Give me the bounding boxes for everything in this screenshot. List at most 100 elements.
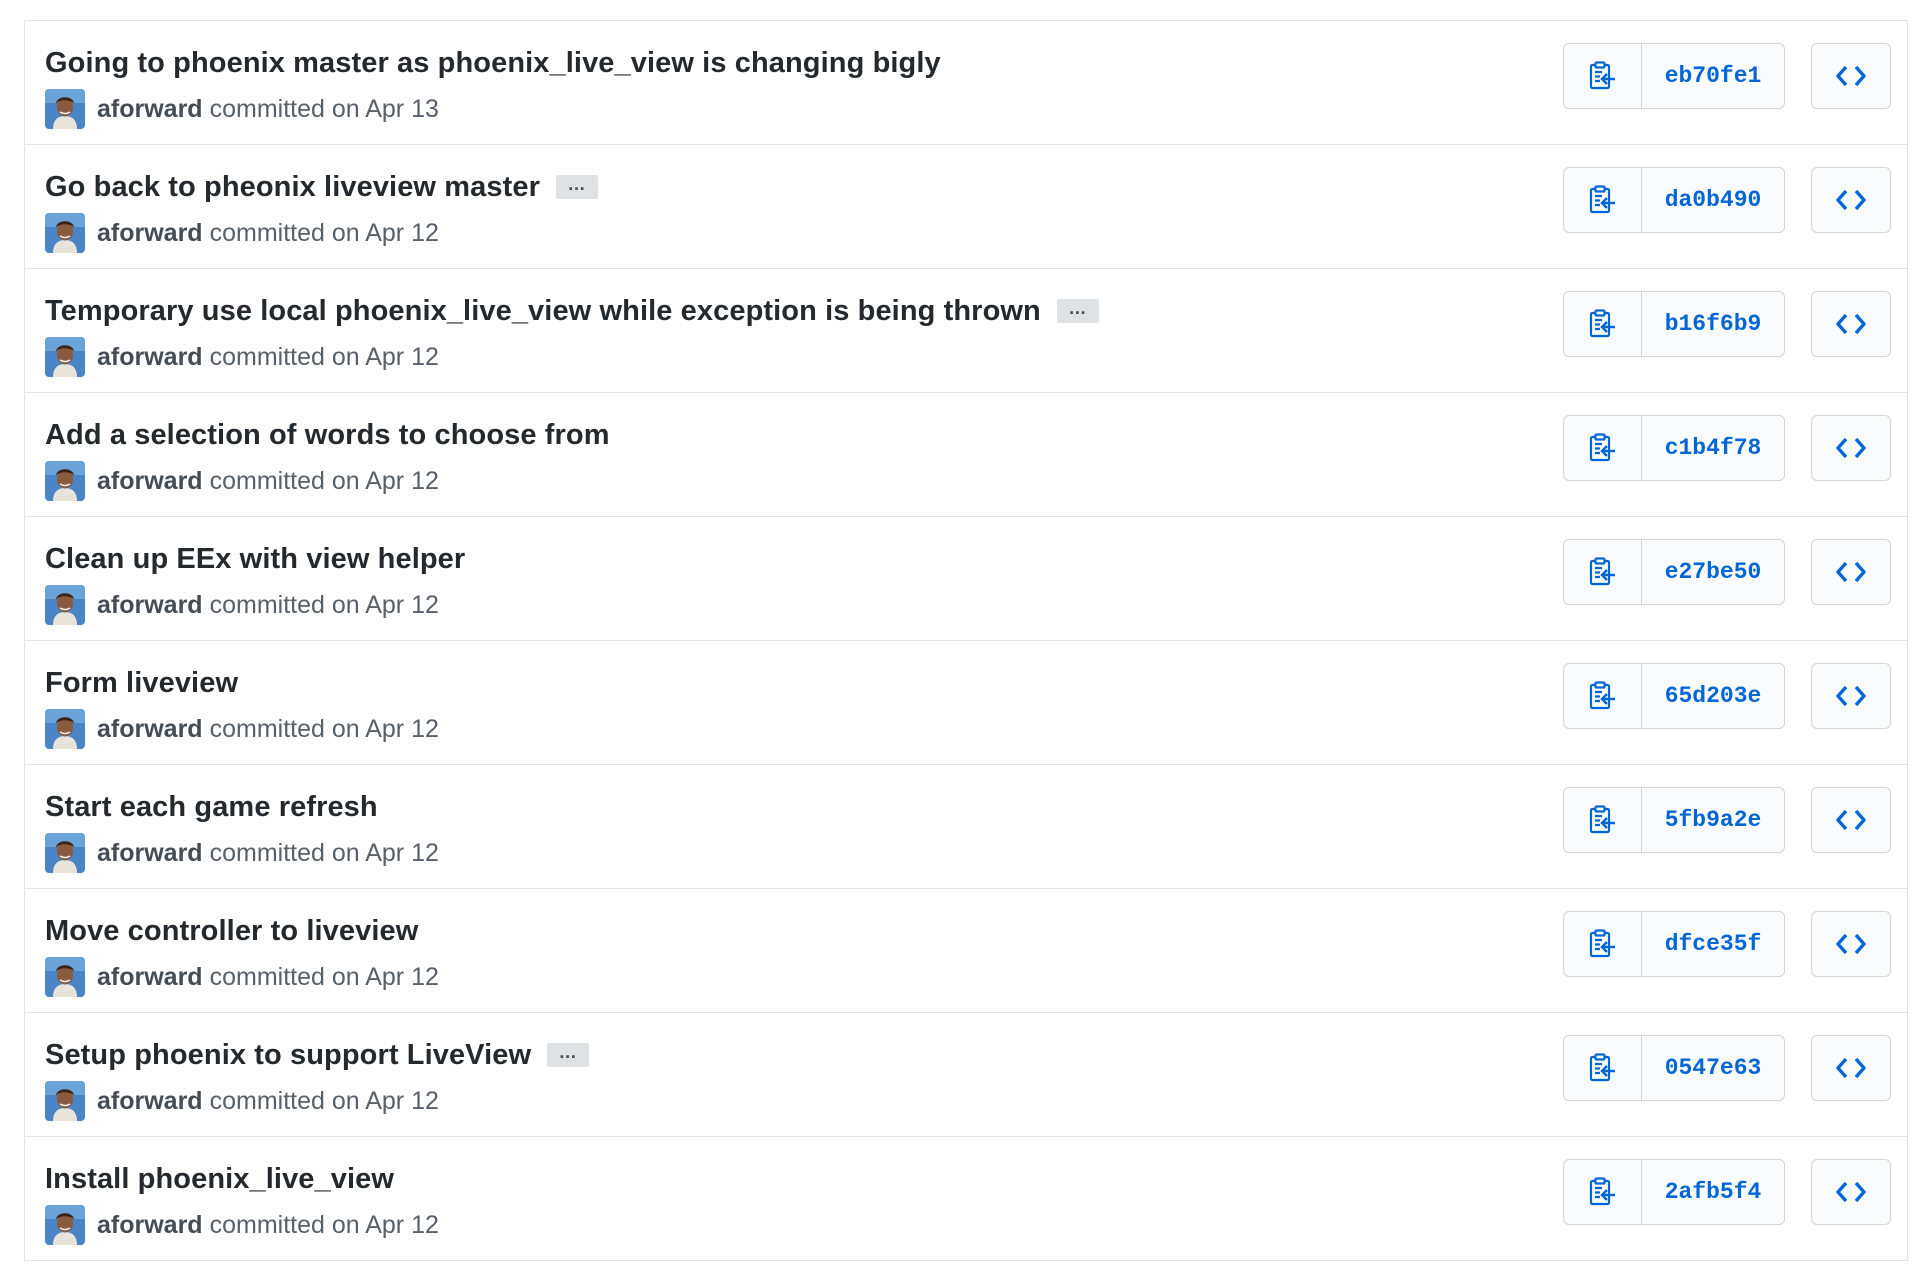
author-name[interactable]: aforward xyxy=(97,95,203,124)
clippy-icon[interactable] xyxy=(1564,44,1642,108)
commit-sha-link[interactable]: e27be50 xyxy=(1642,540,1784,604)
commit-meta: aforward committed on Apr 12 xyxy=(45,709,439,749)
author-avatar[interactable] xyxy=(45,957,85,997)
commit-row: Move controller to liveview aforward com… xyxy=(25,889,1907,1013)
commit-title[interactable]: Setup phoenix to support LiveView xyxy=(45,1039,531,1072)
commit-date: committed on Apr 12 xyxy=(209,342,439,371)
expand-message-button[interactable]: … xyxy=(555,175,598,199)
code-icon[interactable] xyxy=(1811,167,1891,233)
author-name[interactable]: aforward xyxy=(97,467,203,496)
clippy-icon[interactable] xyxy=(1564,664,1642,728)
commit-title[interactable]: Move controller to liveview xyxy=(45,915,418,948)
sha-button-group: 2afb5f4 xyxy=(1563,1159,1785,1225)
clippy-icon[interactable] xyxy=(1564,168,1642,232)
clippy-icon[interactable] xyxy=(1564,416,1642,480)
commit-meta: aforward committed on Apr 12 xyxy=(45,1205,439,1245)
commit-date: committed on Apr 12 xyxy=(209,838,439,867)
code-icon[interactable] xyxy=(1811,1159,1891,1225)
commit-sha-link[interactable]: da0b490 xyxy=(1642,168,1784,232)
clippy-icon[interactable] xyxy=(1564,1036,1642,1100)
author-avatar[interactable] xyxy=(45,213,85,253)
sha-button-group: b16f6b9 xyxy=(1563,291,1785,357)
commit-date: committed on Apr 12 xyxy=(209,590,439,619)
commit-date: committed on Apr 12 xyxy=(209,1210,439,1239)
author-avatar[interactable] xyxy=(45,833,85,873)
code-icon[interactable] xyxy=(1811,663,1891,729)
sha-button-group: 0547e63 xyxy=(1563,1035,1785,1101)
commit-sha-link[interactable]: eb70fe1 xyxy=(1642,44,1784,108)
commit-title[interactable]: Start each game refresh xyxy=(45,791,378,824)
sha-button-group: 5fb9a2e xyxy=(1563,787,1785,853)
code-icon[interactable] xyxy=(1811,787,1891,853)
code-icon[interactable] xyxy=(1811,43,1891,109)
commit-sha-link[interactable]: 0547e63 xyxy=(1642,1036,1784,1100)
author-avatar[interactable] xyxy=(45,461,85,501)
author-avatar[interactable] xyxy=(45,337,85,377)
commit-title[interactable]: Going to phoenix master as phoenix_live_… xyxy=(45,47,941,80)
clippy-icon[interactable] xyxy=(1564,292,1642,356)
commit-title[interactable]: Go back to pheonix liveview master xyxy=(45,171,540,204)
commit-sha-link[interactable]: 2afb5f4 xyxy=(1642,1160,1784,1224)
commit-title[interactable]: Form liveview xyxy=(45,667,238,700)
commit-date: committed on Apr 12 xyxy=(209,962,439,991)
author-avatar[interactable] xyxy=(45,1205,85,1245)
commit-title[interactable]: Clean up EEx with view helper xyxy=(45,543,465,576)
commit-row: Start each game refresh aforward committ… xyxy=(25,765,1907,889)
author-name[interactable]: aforward xyxy=(97,343,203,372)
commit-sha-link[interactable]: 5fb9a2e xyxy=(1642,788,1784,852)
commit-list: Going to phoenix master as phoenix_live_… xyxy=(24,20,1908,1261)
author-name[interactable]: aforward xyxy=(97,1087,203,1116)
commit-title-line: Start each game refresh xyxy=(45,785,378,829)
commit-meta: aforward committed on Apr 12 xyxy=(45,585,439,625)
code-icon[interactable] xyxy=(1811,911,1891,977)
commit-title-line: Add a selection of words to choose from xyxy=(45,413,610,457)
author-name[interactable]: aforward xyxy=(97,839,203,868)
commit-title-line: Going to phoenix master as phoenix_live_… xyxy=(45,41,941,85)
commit-sha-link[interactable]: c1b4f78 xyxy=(1642,416,1784,480)
code-icon[interactable] xyxy=(1811,1035,1891,1101)
commit-title-line: Install phoenix_live_view xyxy=(45,1157,394,1201)
commit-sha-link[interactable]: b16f6b9 xyxy=(1642,292,1784,356)
commit-title-line: Go back to pheonix liveview master … xyxy=(45,165,598,209)
clippy-icon[interactable] xyxy=(1564,540,1642,604)
commit-title-line: Move controller to liveview xyxy=(45,909,418,953)
clippy-icon[interactable] xyxy=(1564,912,1642,976)
author-name[interactable]: aforward xyxy=(97,715,203,744)
commit-title[interactable]: Install phoenix_live_view xyxy=(45,1163,394,1196)
commit-meta: aforward committed on Apr 13 xyxy=(45,89,439,129)
commit-title[interactable]: Add a selection of words to choose from xyxy=(45,419,610,452)
author-avatar[interactable] xyxy=(45,89,85,129)
clippy-icon[interactable] xyxy=(1564,788,1642,852)
sha-button-group: e27be50 xyxy=(1563,539,1785,605)
expand-message-button[interactable]: … xyxy=(547,1043,590,1067)
author-avatar[interactable] xyxy=(45,585,85,625)
author-name[interactable]: aforward xyxy=(97,219,203,248)
author-avatar[interactable] xyxy=(45,709,85,749)
commit-meta: aforward committed on Apr 12 xyxy=(45,957,439,997)
commit-meta: aforward committed on Apr 12 xyxy=(45,833,439,873)
commit-title[interactable]: Temporary use local phoenix_live_view wh… xyxy=(45,295,1041,328)
author-name[interactable]: aforward xyxy=(97,1211,203,1240)
author-name[interactable]: aforward xyxy=(97,591,203,620)
commit-row: Temporary use local phoenix_live_view wh… xyxy=(25,269,1907,393)
commit-meta: aforward committed on Apr 12 xyxy=(45,1081,439,1121)
author-name[interactable]: aforward xyxy=(97,963,203,992)
author-avatar[interactable] xyxy=(45,1081,85,1121)
code-icon[interactable] xyxy=(1811,291,1891,357)
commit-meta: aforward committed on Apr 12 xyxy=(45,337,439,377)
commit-sha-link[interactable]: 65d203e xyxy=(1642,664,1784,728)
commit-title-line: Setup phoenix to support LiveView … xyxy=(45,1033,590,1077)
commit-title-line: Clean up EEx with view helper xyxy=(45,537,465,581)
expand-message-button[interactable]: … xyxy=(1056,299,1099,323)
commit-row: Form liveview aforward committed on Apr … xyxy=(25,641,1907,765)
commit-row: Install phoenix_live_view aforward commi… xyxy=(25,1137,1907,1261)
clippy-icon[interactable] xyxy=(1564,1160,1642,1224)
code-icon[interactable] xyxy=(1811,415,1891,481)
commit-row: Add a selection of words to choose from … xyxy=(25,393,1907,517)
code-icon[interactable] xyxy=(1811,539,1891,605)
commit-row: Setup phoenix to support LiveView … afor… xyxy=(25,1013,1907,1137)
commit-title-line: Temporary use local phoenix_live_view wh… xyxy=(45,289,1099,333)
commit-date: committed on Apr 12 xyxy=(209,466,439,495)
commit-sha-link[interactable]: dfce35f xyxy=(1642,912,1784,976)
sha-button-group: eb70fe1 xyxy=(1563,43,1785,109)
